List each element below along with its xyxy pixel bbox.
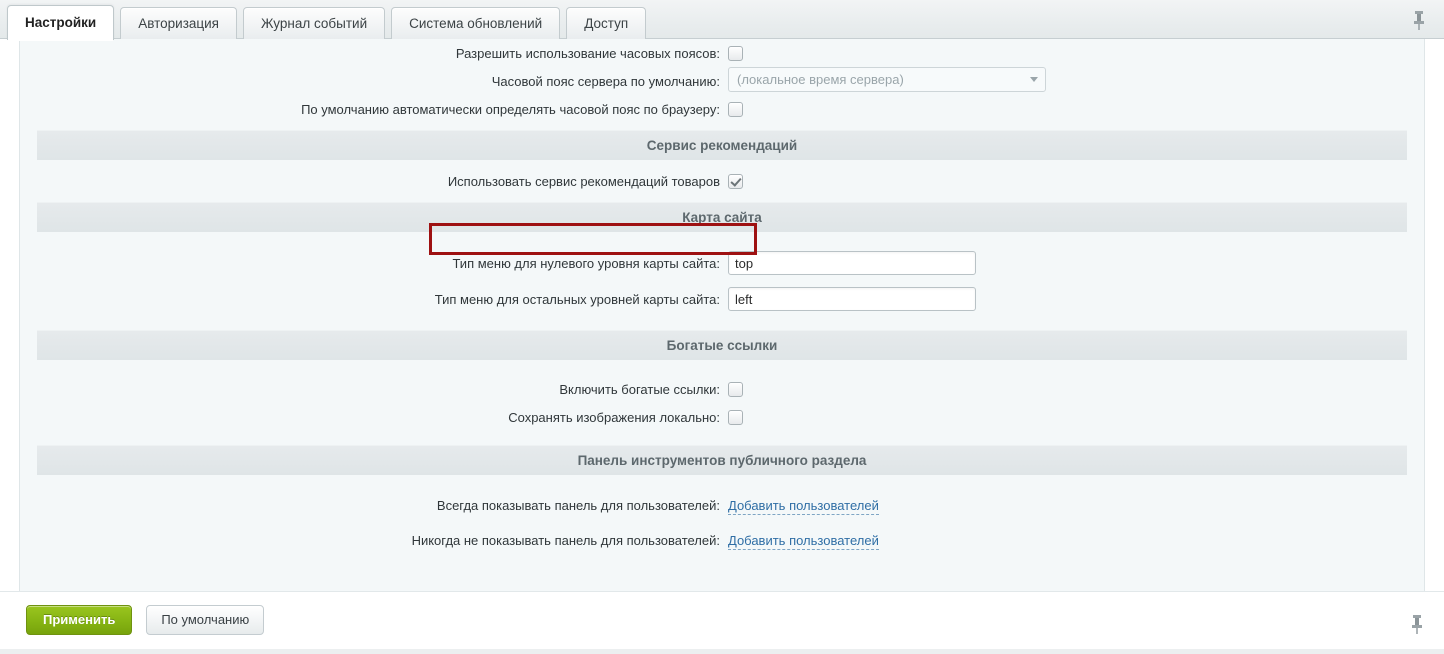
apply-button[interactable]: Применить [26,605,133,635]
never-show-panel-label: Никогда не показывать панель для пользов… [411,532,720,548]
autodetect-timezone-checkbox[interactable] [728,102,743,118]
never-show-panel-field: Добавить пользователей [728,526,1424,554]
row-enable-rich-links: Включить богатые ссылки: [20,375,1424,403]
section-rich-links: Богатые ссылки [20,323,1424,367]
use-recommendation-service-label: Использовать сервис рекомендаций товаров [447,173,720,189]
other-levels-menu-field [728,285,1424,313]
row-allow-timezones: Разрешить использование часовых поясов: [20,39,1424,67]
row-other-levels-menu: Тип меню для остальных уровней карты сай… [20,285,1424,313]
allow-timezones-checkbox[interactable] [728,46,743,62]
restore-defaults-button[interactable]: По умолчанию [146,605,265,635]
pin-icon[interactable] [1406,612,1428,636]
allow-timezones-label: Разрешить использование часовых поясов: [455,45,720,61]
zero-level-menu-label: Тип меню для нулевого уровня карты сайта… [452,255,720,271]
use-recommendation-service-checkbox[interactable] [728,174,743,190]
tab-access-label: Доступ [584,16,629,31]
enable-rich-links-field [728,375,1424,403]
settings-form-area: Разрешить использование часовых поясов: … [19,39,1425,591]
autodetect-timezone-field [728,95,1424,123]
tab-update-system-label: Система обновлений [409,16,543,31]
row-always-show-panel: Всегда показывать панель для пользовател… [20,491,1424,519]
server-timezone-field: (локальное время сервера) [728,67,1424,95]
row-server-timezone: Часовой пояс сервера по умолчанию: (лока… [20,67,1424,95]
tab-settings-label: Настройки [25,15,97,30]
settings-content: Разрешить использование часовых поясов: … [0,39,1444,591]
section-recommendations-title: Сервис рекомендаций [37,130,1407,160]
row-zero-level-menu: Тип меню для нулевого уровня карты сайта… [20,249,1424,277]
chevron-down-icon [1030,77,1038,82]
tab-authorization-label: Авторизация [138,16,219,31]
tab-event-log[interactable]: Журнал событий [242,7,386,40]
server-timezone-value: (локальное время сервера) [737,72,904,87]
tab-authorization[interactable]: Авторизация [120,7,237,40]
tab-access[interactable]: Доступ [566,7,647,40]
pin-icon[interactable] [1408,8,1430,32]
autodetect-timezone-label: По умолчанию автоматически определять ча… [301,101,720,117]
other-levels-menu-label: Тип меню для остальных уровней карты сай… [434,291,720,307]
zero-level-menu-field [728,249,1424,277]
tab-update-system[interactable]: Система обновлений [391,7,561,40]
settings-page: Настройки Авторизация Журнал событий Сис… [0,0,1444,654]
save-images-locally-checkbox[interactable] [728,410,743,426]
footer-buttons: Применить По умолчанию [26,605,265,635]
section-rich-links-title: Богатые ссылки [37,330,1407,360]
section-recommendations: Сервис рекомендаций [20,123,1424,167]
never-show-add-users-link[interactable]: Добавить пользователей [728,532,879,550]
row-use-recommendation-service: Использовать сервис рекомендаций товаров [20,167,1424,195]
allow-timezones-field [728,39,1424,67]
enable-rich-links-label: Включить богатые ссылки: [559,381,720,397]
save-images-locally-label: Сохранять изображения локально: [508,409,720,425]
tab-list: Настройки Авторизация Журнал событий Сис… [7,5,652,41]
server-timezone-label: Часовой пояс сервера по умолчанию: [491,73,720,89]
row-autodetect-timezone: По умолчанию автоматически определять ча… [20,95,1424,123]
always-show-add-users-link[interactable]: Добавить пользователей [728,497,879,515]
form-footer: Применить По умолчанию [0,591,1444,654]
other-levels-menu-input[interactable] [728,287,976,311]
tab-settings[interactable]: Настройки [7,5,115,41]
tab-strip: Настройки Авторизация Журнал событий Сис… [0,0,1444,41]
section-public-toolbar-title: Панель инструментов публичного раздела [37,445,1407,475]
settings-form: Разрешить использование часовых поясов: … [20,39,1424,554]
tab-event-log-label: Журнал событий [260,16,368,31]
footer-strip [0,649,1444,654]
enable-rich-links-checkbox[interactable] [728,382,743,398]
row-never-show-panel: Никогда не показывать панель для пользов… [20,526,1424,554]
zero-level-menu-input[interactable] [728,251,976,275]
section-sitemap: Карта сайта [20,195,1424,239]
always-show-panel-field: Добавить пользователей [728,491,1424,519]
server-timezone-select[interactable]: (локальное время сервера) [728,67,1046,92]
section-public-toolbar: Панель инструментов публичного раздела [20,438,1424,482]
save-images-locally-field [728,403,1424,431]
always-show-panel-label: Всегда показывать панель для пользовател… [436,497,720,513]
section-sitemap-title: Карта сайта [37,202,1407,232]
use-recommendation-service-field [728,167,1424,195]
row-save-images-locally: Сохранять изображения локально: [20,403,1424,431]
